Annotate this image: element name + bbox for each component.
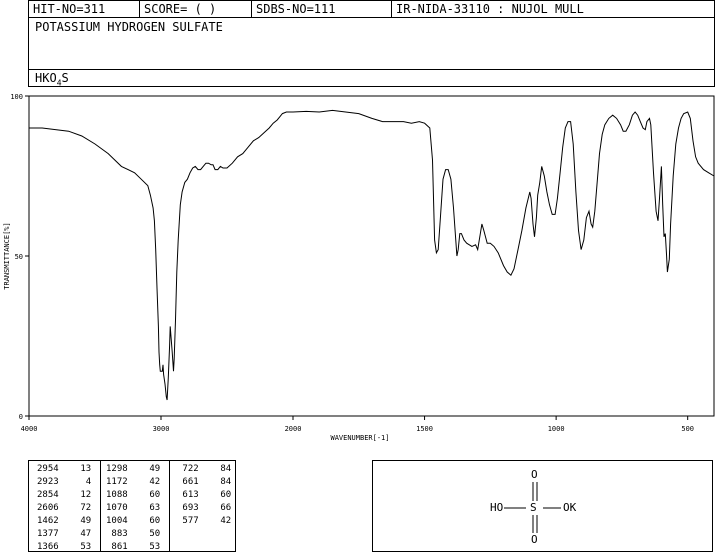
- x-axis-ticks: 4000 3000 2000 1500 1000 500: [21, 416, 694, 433]
- compound-name-box: POTASSIUM HYDROGEN SULFATE: [28, 17, 715, 70]
- peak-transmittance: 66: [198, 503, 232, 513]
- peak-row: 1298 49: [106, 463, 160, 476]
- peak-row: 2923 4: [37, 476, 91, 489]
- y-tick-label: 100: [10, 93, 23, 101]
- peak-wavenumber: 693: [177, 503, 199, 513]
- x-tick-label: 2000: [285, 425, 302, 433]
- y-axis-ticks: 100 50 0: [10, 93, 29, 421]
- ir-spectrum-chart: 100500 4000 3000 2000 1500 1000 500 WAVENUMBE…: [3, 93, 715, 442]
- spectrum-line: [29, 109, 715, 401]
- peak-row: 1366 53: [37, 541, 91, 554]
- header-bar: HIT-NO=311 SCORE= ( ) SDBS-NO=111 IR-NID…: [28, 0, 715, 18]
- peak-wavenumber: 2854: [37, 490, 59, 500]
- peak-transmittance: 13: [58, 464, 92, 474]
- peak-wavenumber: 1070: [106, 503, 128, 513]
- ir-info: IR-NIDA-33110 : NUJOL MULL: [396, 2, 584, 16]
- atom-o-bottom: O: [531, 533, 538, 546]
- peak-wavenumber: 2923: [37, 477, 59, 487]
- peak-transmittance: 42: [198, 516, 232, 526]
- peak-row: 1088 60: [106, 489, 160, 502]
- x-tick-label: 3000: [153, 425, 170, 433]
- peak-column-divider: [100, 461, 101, 551]
- y-tick-label: 0: [19, 413, 23, 421]
- peak-row: 2854 12: [37, 489, 91, 502]
- peak-row: 1070 63: [106, 502, 160, 515]
- peak-transmittance: 53: [127, 542, 161, 552]
- peak-transmittance: 47: [58, 529, 92, 539]
- peak-column-divider: [169, 461, 170, 551]
- peak-wavenumber: 2954: [37, 464, 59, 474]
- compound-name: POTASSIUM HYDROGEN SULFATE: [35, 20, 223, 34]
- hit-number: HIT-NO=311: [33, 2, 106, 16]
- y-tick-label: 50: [15, 253, 23, 261]
- peak-column-3: 722 84 661 84 613 60 693 66 577 42: [177, 463, 231, 528]
- peak-wavenumber: 861: [106, 542, 128, 552]
- peak-row: 1377 47: [37, 528, 91, 541]
- atom-ok: OK: [563, 501, 577, 514]
- peak-wavenumber: 1004: [106, 516, 128, 526]
- peak-wavenumber: 1298: [106, 464, 128, 474]
- peak-wavenumber: 883: [106, 529, 128, 539]
- peak-row: 722 84: [177, 463, 231, 476]
- formula-box: HKO4S: [28, 69, 715, 87]
- score: SCORE= ( ): [144, 2, 217, 16]
- peak-transmittance: 63: [127, 503, 161, 513]
- atom-s: S: [530, 501, 537, 514]
- peak-wavenumber: 613: [177, 490, 199, 500]
- peak-wavenumber: 577: [177, 516, 199, 526]
- peak-transmittance: 4: [58, 477, 92, 487]
- peak-row: 2954 13: [37, 463, 91, 476]
- atom-o-top: O: [531, 468, 538, 481]
- structure-diagram: [504, 482, 561, 533]
- peak-transmittance: 42: [127, 477, 161, 487]
- peak-table: 2954 13 2923 4 2854 12 2606 72 1462 49 1377 4…: [28, 460, 236, 552]
- atom-ho: HO: [490, 501, 504, 514]
- structure-box: HO S OK O O: [372, 460, 713, 552]
- formula-suffix: S: [61, 71, 69, 85]
- peak-row: 613 60: [177, 489, 231, 502]
- x-tick-label: 4000: [21, 425, 38, 433]
- peak-row: 861 53: [106, 541, 160, 554]
- x-tick-label: 500: [681, 425, 694, 433]
- peak-row: 1462 49: [37, 515, 91, 528]
- peak-row: 577 42: [177, 515, 231, 528]
- peak-row: 1004 60: [106, 515, 160, 528]
- peak-wavenumber: 1366: [37, 542, 59, 552]
- peak-transmittance: 60: [198, 490, 232, 500]
- x-tick-label: 1500: [416, 425, 433, 433]
- peak-wavenumber: 1377: [37, 529, 59, 539]
- peak-transmittance: 84: [198, 477, 232, 487]
- peak-wavenumber: 661: [177, 477, 199, 487]
- x-tick-label: 1000: [548, 425, 565, 433]
- x-axis-label: WAVENUMBER[-1]: [330, 434, 389, 442]
- peak-row: 1172 42: [106, 476, 160, 489]
- peak-column-2: 1298 49 1172 42 1088 60 1070 63 1004 60 883 …: [106, 463, 160, 554]
- sdbs-number: SDBS-NO=111: [256, 2, 336, 16]
- peak-transmittance: 49: [127, 464, 161, 474]
- peak-wavenumber: 2606: [37, 503, 59, 513]
- peak-column-1: 2954 13 2923 4 2854 12 2606 72 1462 49 1377 4…: [37, 463, 91, 554]
- peak-wavenumber: 1088: [106, 490, 128, 500]
- peak-wavenumber: 722: [177, 464, 199, 474]
- peak-row: 2606 72: [37, 502, 91, 515]
- peak-transmittance: 53: [58, 542, 92, 552]
- peak-transmittance: 60: [127, 490, 161, 500]
- formula-prefix: HKO: [35, 71, 57, 85]
- peak-row: 661 84: [177, 476, 231, 489]
- peak-row: 693 66: [177, 502, 231, 515]
- peak-row: 883 50: [106, 528, 160, 541]
- peak-transmittance: 12: [58, 490, 92, 500]
- peak-wavenumber: 1462: [37, 516, 59, 526]
- peak-transmittance: 50: [127, 529, 161, 539]
- plot-frame: [28, 95, 715, 417]
- peak-transmittance: 60: [127, 516, 161, 526]
- y-axis-label: TRANSMITTANCE[%]: [3, 222, 11, 289]
- peak-transmittance: 72: [58, 503, 92, 513]
- molecular-formula: HKO4S: [35, 71, 69, 87]
- peak-transmittance: 84: [198, 464, 232, 474]
- peak-transmittance: 49: [58, 516, 92, 526]
- peak-wavenumber: 1172: [106, 477, 128, 487]
